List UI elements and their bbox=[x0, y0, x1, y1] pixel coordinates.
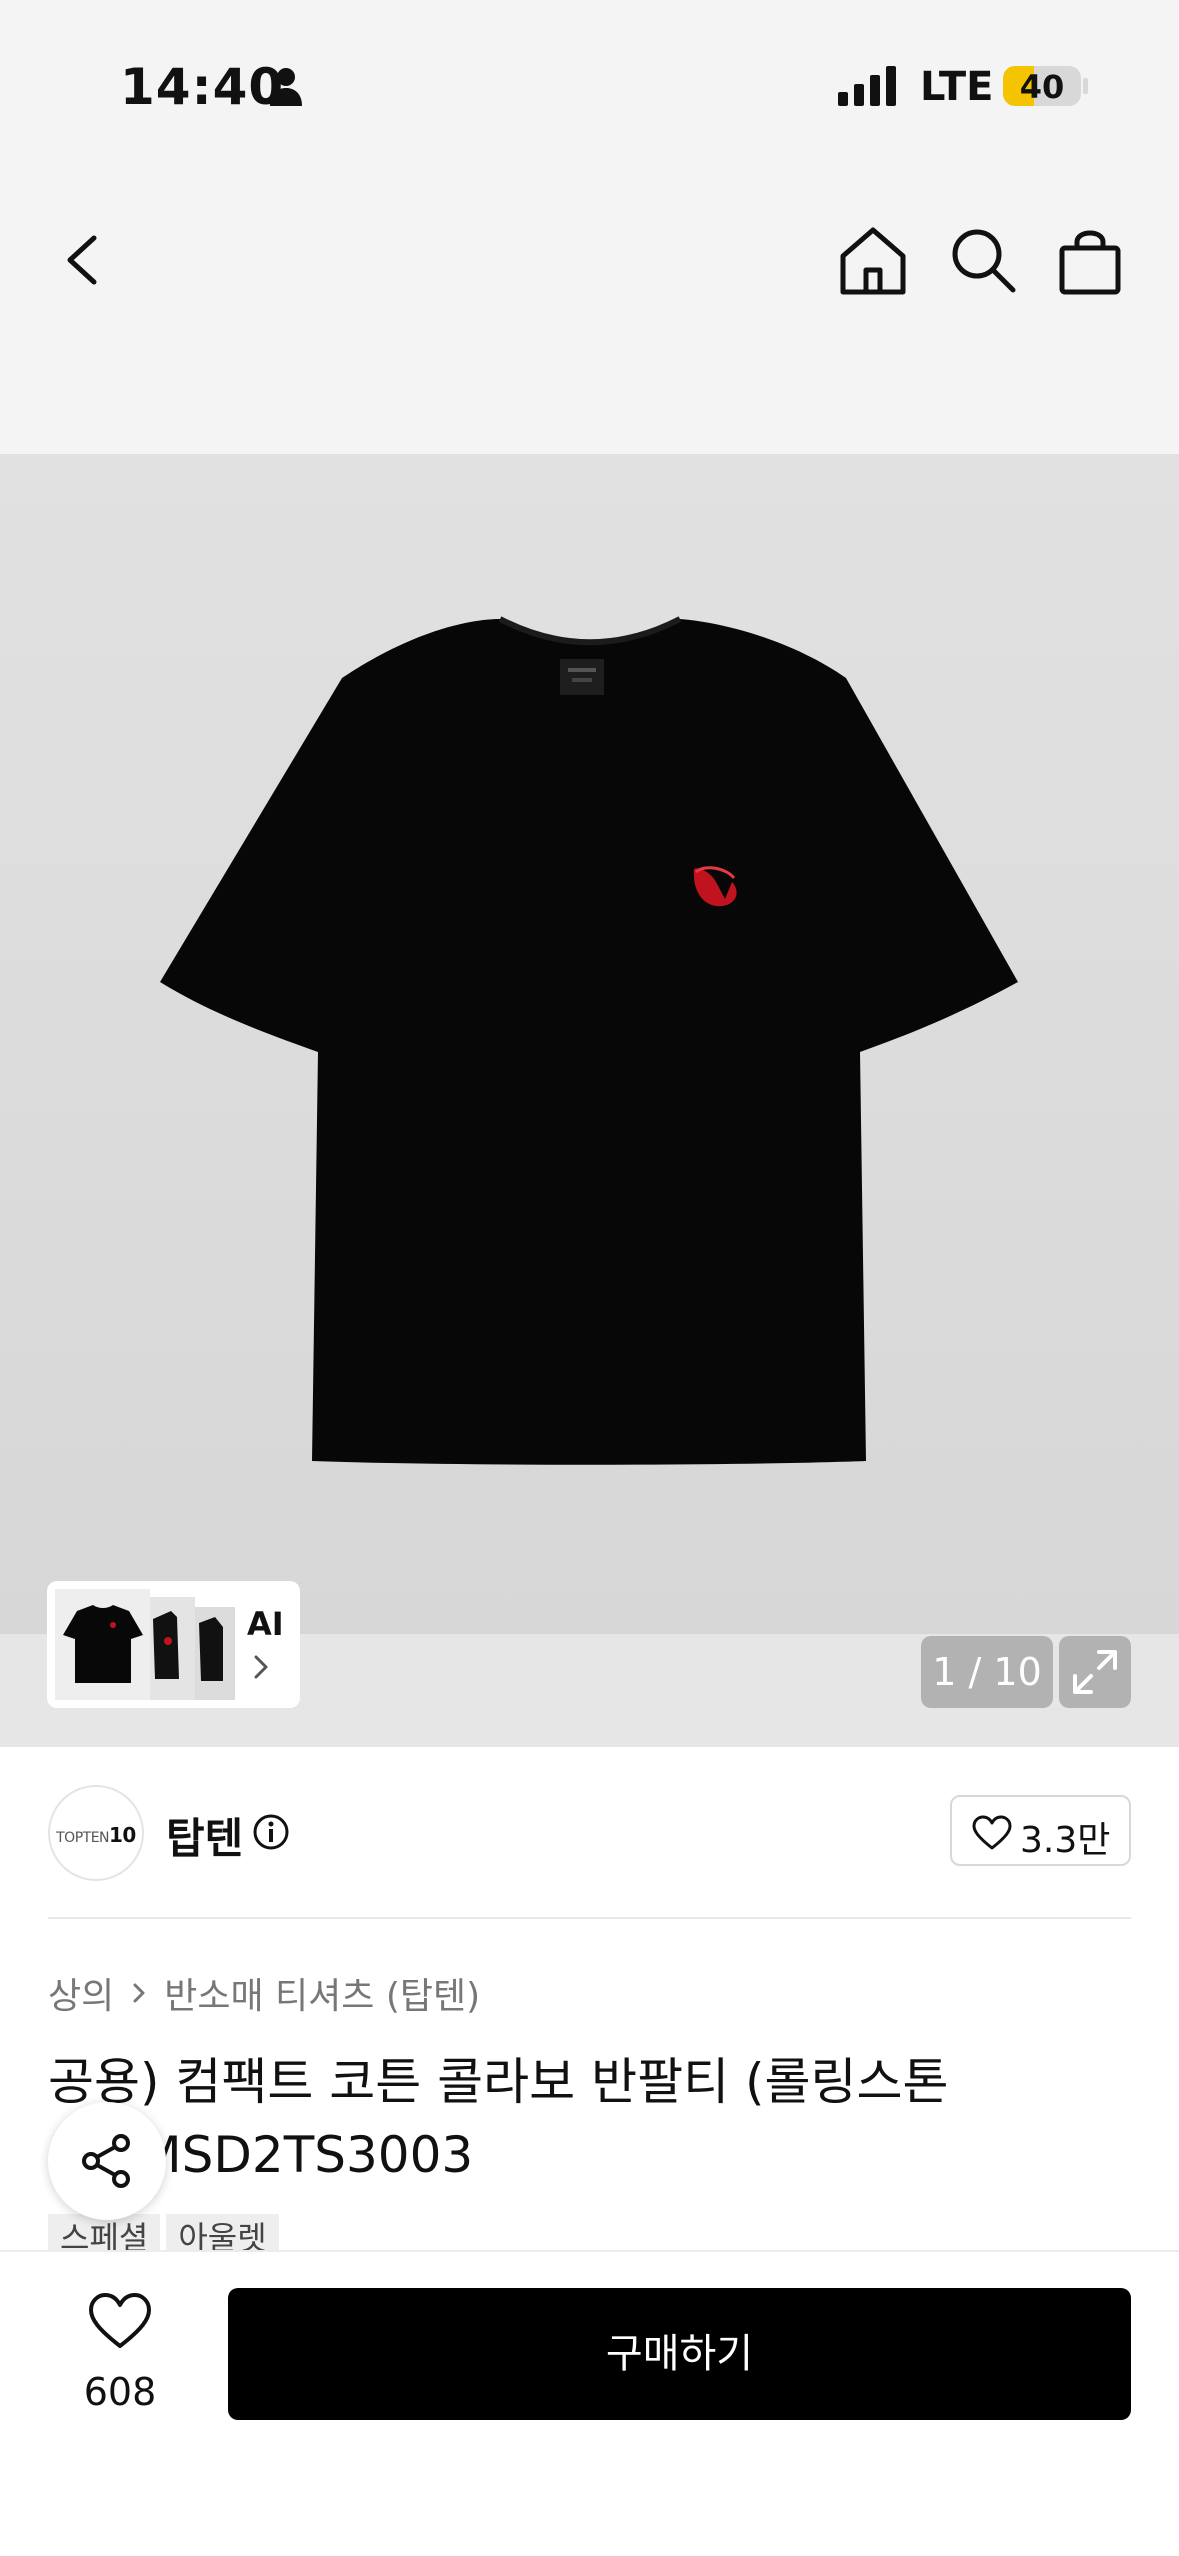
brand-row: TOPTEN10 탑텐 3.3만 bbox=[0, 1747, 1179, 1917]
breadcrumb-item-subcategory[interactable]: 반소매 티셔츠 (탑텐) bbox=[164, 1967, 480, 2019]
battery-percent: 40 bbox=[1019, 68, 1065, 106]
heart-outline-icon bbox=[89, 2293, 151, 2348]
info-icon[interactable] bbox=[252, 1813, 290, 1851]
breadcrumb-item-category[interactable]: 상의 bbox=[48, 1967, 114, 2019]
buy-button[interactable]: 구매하기 bbox=[228, 2288, 1131, 2420]
ai-label: AI bbox=[247, 1605, 284, 1643]
shopping-bag-button[interactable] bbox=[1050, 220, 1130, 300]
chevron-right-icon bbox=[133, 1983, 145, 2003]
heart-outline-icon bbox=[972, 1815, 1012, 1850]
shopping-bag-icon bbox=[1059, 230, 1121, 295]
brand-like-count: 3.3만 bbox=[1020, 1820, 1111, 1861]
product-image-gallery[interactable]: AI 1 / 10 bbox=[0, 454, 1179, 1747]
divider bbox=[48, 1917, 1131, 1919]
share-button[interactable] bbox=[48, 2102, 166, 2220]
product-image bbox=[160, 616, 1018, 1465]
wishlist-count: 608 bbox=[83, 2370, 157, 2414]
thumbnail-card[interactable]: AI bbox=[47, 1581, 300, 1708]
brand-name[interactable]: 탑텐 bbox=[166, 1805, 243, 1866]
person-icon bbox=[270, 68, 302, 106]
wishlist-button[interactable]: 608 bbox=[60, 2292, 180, 2432]
network-label: LTE bbox=[920, 64, 994, 110]
brand-logo-text: TOPTEN10 bbox=[56, 1823, 136, 1847]
expand-image-button[interactable] bbox=[1059, 1636, 1131, 1708]
home-icon bbox=[840, 227, 906, 295]
signal-icon bbox=[838, 66, 896, 106]
image-page-counter: 1 / 10 bbox=[921, 1636, 1053, 1708]
product-detail-page: 14:40 LTE 40 AI 1 / 10 TOPTEN10 탑텐 3.3만 … bbox=[0, 0, 1179, 2556]
chevron-right-icon bbox=[254, 1655, 268, 1679]
chevron-left-icon bbox=[67, 235, 97, 285]
expand-icon bbox=[1073, 1650, 1117, 1694]
brand-like-button[interactable]: 3.3만 bbox=[950, 1795, 1131, 1866]
search-icon bbox=[952, 229, 1016, 293]
home-button[interactable] bbox=[833, 220, 913, 300]
top-nav-bar bbox=[0, 170, 1179, 454]
breadcrumb: 상의 반소매 티셔츠 (탑텐) bbox=[48, 1968, 480, 2018]
bottom-action-bar: 608 구매하기 bbox=[0, 2250, 1179, 2556]
battery-tip bbox=[1083, 78, 1088, 94]
search-button[interactable] bbox=[943, 220, 1023, 300]
product-title: 공용) 컴팩트 코튼 콜라보 반팔티 (롤링스톤즈)_MSD2TS3003 bbox=[48, 2053, 949, 2184]
share-icon bbox=[82, 2134, 130, 2188]
thumbnail-strip bbox=[55, 1589, 235, 1700]
brand-logo[interactable]: TOPTEN10 bbox=[48, 1785, 144, 1881]
back-button[interactable] bbox=[52, 220, 122, 300]
battery-icon: 40 bbox=[1003, 66, 1081, 106]
status-time: 14:40 bbox=[120, 58, 285, 116]
status-bar: 14:40 LTE 40 bbox=[0, 0, 1179, 170]
